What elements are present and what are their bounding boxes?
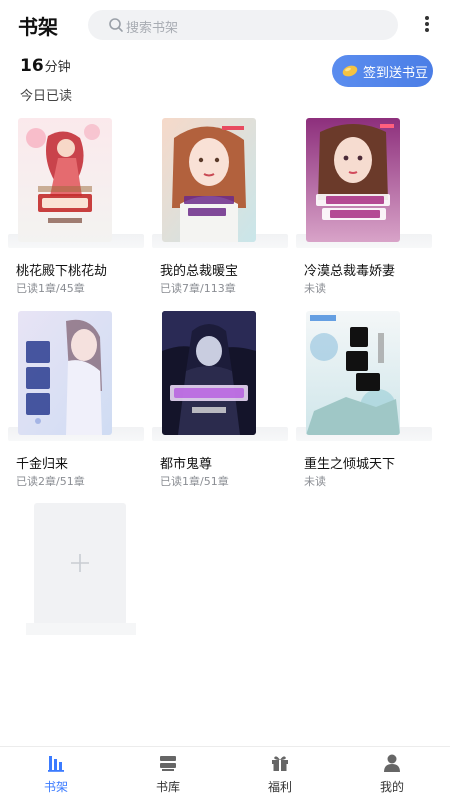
book-title: 都市鬼尊 <box>160 457 213 472</box>
book-title: 我的总裁暖宝 <box>160 264 239 279</box>
plus-icon <box>71 554 89 572</box>
tab-label: 书架 <box>43 780 68 794</box>
header: 书架 搜索书架 <box>0 0 450 50</box>
checkin-label: 签到送书豆 <box>363 65 429 81</box>
bookshelf-icon <box>48 756 64 772</box>
tab-label: 福利 <box>267 780 292 794</box>
tab-library[interactable]: 书库 <box>112 747 224 800</box>
search-icon <box>109 18 123 32</box>
book-cover[interactable] <box>162 311 256 435</box>
book-cover[interactable] <box>18 311 112 435</box>
tab-label: 我的 <box>379 780 404 794</box>
reading-time: 16分钟 <box>20 56 71 76</box>
user-icon <box>384 754 400 772</box>
more-vertical-icon[interactable] <box>418 14 436 36</box>
checkin-button[interactable]: 签到送书豆 <box>332 55 433 87</box>
book-title: 千金归来 <box>16 457 69 472</box>
book-progress: 已读7章/113章 <box>160 282 236 295</box>
book-cover[interactable] <box>306 118 400 242</box>
tab-bookshelf[interactable]: 书架 <box>0 747 112 800</box>
book-cover[interactable] <box>306 311 400 435</box>
tab-welfare[interactable]: 福利 <box>224 747 336 800</box>
search-placeholder: 搜索书架 <box>126 21 179 36</box>
page-title: 书架 <box>18 15 58 39</box>
book-cover[interactable] <box>18 118 112 242</box>
book-progress: 未读 <box>304 475 326 488</box>
tab-label: 书库 <box>155 780 180 794</box>
book-progress: 已读1章/51章 <box>160 475 229 488</box>
tab-profile[interactable]: 我的 <box>336 747 448 800</box>
book-title: 重生之倾城天下 <box>304 457 396 472</box>
gift-icon <box>272 756 288 771</box>
book-title: 冷漠总裁毒娇妻 <box>304 264 396 279</box>
add-book-button[interactable] <box>26 503 136 635</box>
today-read-label: 今日已读 <box>20 89 73 104</box>
book-cover[interactable] <box>162 118 256 242</box>
library-icon <box>160 756 176 771</box>
book-progress: 已读1章/45章 <box>16 282 85 295</box>
reading-minutes-unit: 分钟 <box>44 60 71 75</box>
reading-minutes: 16 <box>20 56 44 76</box>
bean-icon <box>342 65 358 77</box>
search-input[interactable]: 搜索书架 <box>88 10 398 40</box>
book-progress: 已读2章/51章 <box>16 475 85 488</box>
book-title: 桃花殿下桃花劫 <box>16 264 108 279</box>
bottom-tab-bar: 书架 书库 福利 我的 <box>0 746 450 800</box>
book-progress: 未读 <box>304 282 326 295</box>
